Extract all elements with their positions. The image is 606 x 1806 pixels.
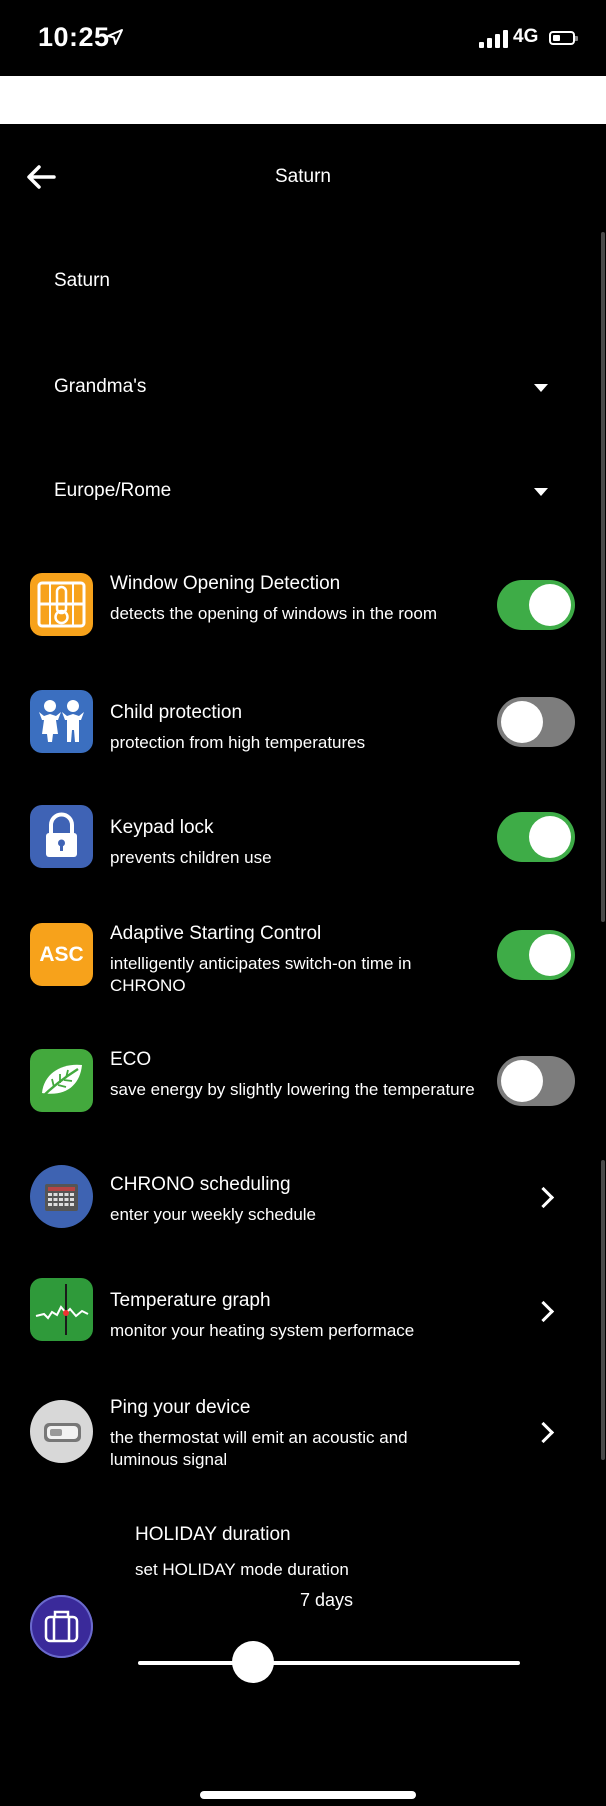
setting-title: Window Opening Detection: [110, 573, 341, 594]
network-type: 4G: [513, 26, 539, 47]
suitcase-icon: [30, 1595, 93, 1658]
holiday-slider-track[interactable]: [138, 1661, 520, 1665]
setting-title: Adaptive Starting Control: [110, 923, 322, 944]
calendar-icon: [30, 1165, 93, 1228]
home-indicator: [200, 1791, 416, 1799]
graph-icon: [30, 1278, 93, 1341]
app-bar: Saturn: [0, 124, 606, 234]
link-subtitle: enter your weekly schedule: [110, 1205, 317, 1224]
toggle-child-protection[interactable]: [497, 697, 575, 747]
leaf-icon: [30, 1049, 93, 1112]
setting-subtitle: prevents children use: [110, 848, 272, 867]
link-subtitle: monitor your heating system performace: [110, 1321, 415, 1340]
location-arrow-icon: [107, 29, 123, 45]
holiday-value: 7 days: [300, 1590, 354, 1610]
top-divider: [0, 76, 606, 124]
link-title: CHRONO scheduling: [110, 1174, 291, 1195]
location-select[interactable]: Grandma's: [54, 376, 146, 398]
holiday-slider-thumb[interactable]: [231, 1641, 274, 1683]
toggle-eco[interactable]: [497, 1056, 575, 1106]
page-title: Saturn: [275, 166, 331, 187]
window-thermometer-icon: [30, 573, 93, 636]
chevron-right-icon[interactable]: [532, 1186, 555, 1209]
chevron-right-icon[interactable]: [532, 1300, 555, 1323]
padlock-icon: [30, 805, 93, 868]
toggle-adaptive-starting-control[interactable]: [497, 930, 575, 980]
chevron-down-icon[interactable]: [534, 384, 548, 392]
link-subtitle: the thermostat will emit an acoustic and…: [110, 1428, 408, 1469]
asc-icon: ASC: [30, 923, 93, 986]
setting-title: Keypad lock: [110, 817, 214, 838]
chevron-right-icon[interactable]: [532, 1421, 555, 1444]
status-time: 10:25: [38, 22, 110, 52]
link-title: Ping your device: [110, 1397, 251, 1418]
chevron-down-icon[interactable]: [534, 488, 548, 496]
scrollbar[interactable]: [601, 232, 605, 922]
thermostat-device-icon: [30, 1400, 93, 1463]
device-name-field[interactable]: Saturn: [54, 270, 110, 292]
setting-title: Child protection: [110, 702, 243, 723]
children-icon: [30, 690, 93, 753]
holiday-title: HOLIDAY duration: [135, 1524, 291, 1545]
setting-subtitle: intelligently anticipates switch-on time…: [110, 954, 412, 995]
setting-title: ECO: [110, 1049, 152, 1070]
status-bar: 10:25 4G: [0, 0, 606, 76]
timezone-select[interactable]: Europe/Rome: [54, 480, 171, 502]
holiday-subtitle: set HOLIDAY mode duration: [135, 1560, 349, 1579]
setting-subtitle: save energy by slightly lowering the tem…: [110, 1080, 475, 1099]
link-title: Temperature graph: [110, 1290, 271, 1311]
toggle-window-opening-detection[interactable]: [497, 580, 575, 630]
setting-subtitle: protection from high temperatures: [110, 733, 366, 752]
setting-subtitle: detects the opening of windows in the ro…: [110, 604, 437, 623]
cellular-signal-icon: [479, 30, 508, 48]
battery-icon: [549, 31, 578, 45]
scrollbar-lower[interactable]: [601, 1160, 605, 1460]
asc-icon-text: ASC: [39, 942, 84, 966]
toggle-keypad-lock[interactable]: [497, 812, 575, 862]
